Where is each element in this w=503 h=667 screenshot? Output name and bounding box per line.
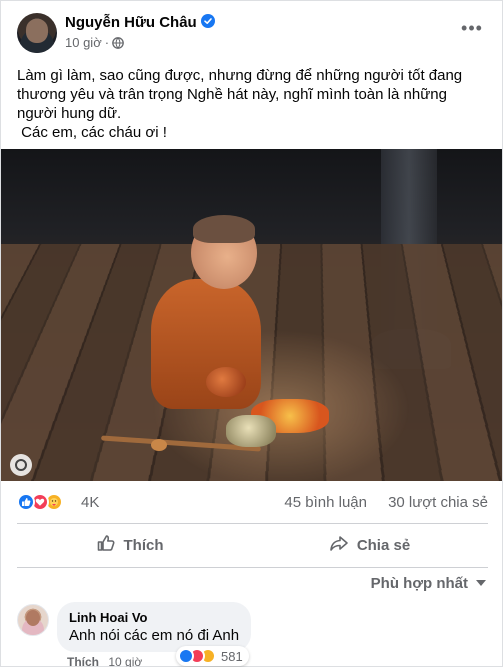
like-reaction-icon (178, 648, 194, 664)
post-photo[interactable] (1, 149, 502, 481)
like-reaction-icon (17, 493, 35, 511)
more-options-icon[interactable]: ••• (460, 19, 484, 41)
reaction-summary: 4K 45 bình luận 30 lượt chia sẻ (17, 491, 488, 513)
comment-meta: Thích 10 giờ (67, 655, 142, 667)
author-name-row: Nguyễn Hữu Châu (65, 14, 215, 31)
thumbs-up-icon (96, 533, 124, 557)
post-actions: Thích Chia sẻ (17, 525, 488, 565)
author-name[interactable]: Nguyễn Hữu Châu (65, 14, 197, 31)
photo-gong (226, 415, 276, 447)
commenter-avatar[interactable] (17, 604, 49, 636)
caret-down-icon (476, 580, 486, 586)
post-header: Nguyễn Hữu Châu 10 giờ · ••• (17, 13, 488, 55)
like-button-label: Thích (123, 536, 164, 554)
photo-child-hair (193, 215, 255, 243)
comment-sort-dropdown[interactable]: Phù hợp nhất (371, 575, 486, 592)
comment-bubble: Linh Hoai Vo Anh nói các em nó đi Anh (57, 602, 251, 652)
photo-child-body (151, 279, 261, 409)
author-avatar[interactable] (17, 13, 57, 53)
comment-text: Anh nói các em nó đi Anh (69, 627, 240, 644)
comment-count[interactable]: 45 bình luận (284, 494, 367, 511)
comment-like-link[interactable]: Thích (67, 655, 99, 667)
share-count[interactable]: 30 lượt chia sẻ (388, 494, 488, 511)
comment-time[interactable]: 10 giờ (108, 655, 142, 667)
commenter-name[interactable]: Linh Hoai Vo (69, 610, 239, 626)
comment-reactions[interactable]: 581 (176, 646, 249, 666)
photo-drumstick-head (151, 439, 167, 451)
meta-separator: · (104, 35, 110, 50)
divider-bottom (17, 567, 488, 568)
comment-sort-label: Phù hợp nhất (370, 575, 468, 592)
like-button[interactable]: Thích (17, 527, 242, 563)
post-text: Làm gì làm, sao cũng được, nhưng đừng để… (17, 67, 463, 141)
photo-overlay-icon[interactable] (10, 454, 32, 476)
post-meta: 10 giờ · (65, 35, 124, 52)
share-button-label: Chia sẻ (356, 536, 411, 554)
comment-reaction-count: 581 (221, 648, 243, 664)
globe-icon (112, 37, 124, 52)
divider-top (17, 523, 488, 524)
verified-badge-icon (200, 14, 215, 28)
photo-wooden-fish (206, 367, 246, 397)
reaction-count[interactable]: 4K (81, 494, 99, 511)
post-time[interactable]: 10 giờ (65, 35, 102, 50)
post-card: Nguyễn Hữu Châu 10 giờ · ••• Làm gì làm, … (0, 0, 503, 667)
share-arrow-icon (329, 533, 357, 557)
share-button[interactable]: Chia sẻ (257, 527, 482, 563)
